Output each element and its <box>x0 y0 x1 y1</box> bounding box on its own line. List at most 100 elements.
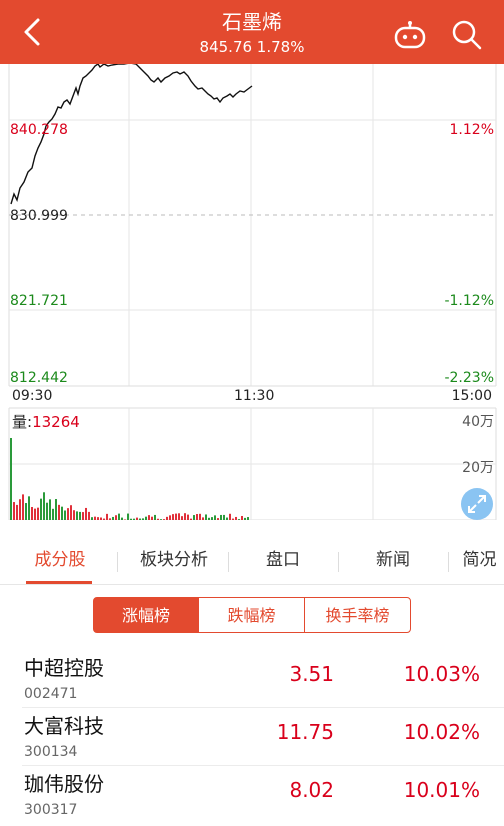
volume-bar <box>172 514 174 520</box>
segment-losers[interactable]: 跌幅榜 <box>198 597 305 633</box>
volume-bar <box>136 517 138 520</box>
volume-bar <box>31 507 33 520</box>
volume-bar <box>193 515 195 520</box>
volume-bar <box>55 499 57 520</box>
tab-divider <box>338 552 339 572</box>
pct-label: -1.12% <box>444 293 494 309</box>
volume-bar <box>106 513 108 520</box>
volume-bar <box>139 518 141 520</box>
tab-order-book[interactable]: 盘口 <box>243 540 323 584</box>
volume-bar <box>220 514 222 520</box>
row-divider <box>22 765 504 766</box>
volume-bar <box>91 517 93 520</box>
volume-bar <box>130 518 132 520</box>
volume-bar <box>169 515 171 520</box>
stock-change: 10.02% <box>403 720 480 744</box>
volume-bar <box>124 519 126 520</box>
volume-bar <box>190 518 192 520</box>
volume-bar <box>94 516 96 520</box>
volume-bar <box>28 496 30 520</box>
top-bar: 石墨烯 845.76 1.78% <box>0 0 504 64</box>
volume-bar <box>148 515 150 520</box>
volume-bar <box>82 512 84 520</box>
volume-bar <box>88 511 90 520</box>
volume-bar <box>166 516 168 520</box>
volume-bar <box>34 508 36 520</box>
volume-bar <box>184 513 186 520</box>
list-item[interactable]: 珈伟股份 300317 8.02 10.01% <box>0 768 504 826</box>
volume-bar <box>205 514 207 520</box>
volume-bar <box>232 518 234 520</box>
tab-news[interactable]: 新闻 <box>353 540 433 584</box>
volume-bar <box>223 514 225 520</box>
volume-bar <box>37 507 39 520</box>
pct-label: 1.12% <box>449 122 494 138</box>
expand-icon[interactable] <box>461 488 493 520</box>
row-divider <box>22 707 504 708</box>
volume-bar <box>238 519 240 520</box>
chart-svg <box>8 64 497 520</box>
segment-turnover[interactable]: 换手率榜 <box>304 597 411 633</box>
volume-bar <box>79 511 81 520</box>
stock-name: 大富科技 <box>24 714 104 738</box>
volume-bar <box>100 517 102 520</box>
volume-bar <box>22 494 24 520</box>
volume-bar <box>49 499 51 520</box>
volume-axis-label: 40万 <box>462 414 494 430</box>
volume-bar <box>52 508 54 520</box>
volume-bar <box>196 514 198 520</box>
volume-bar <box>64 510 66 520</box>
volume-caption: 量:13264 <box>12 411 80 432</box>
tab-constituents[interactable]: 成分股 <box>20 540 100 584</box>
segment-gainers[interactable]: 涨幅榜 <box>93 597 199 633</box>
stock-price: 3.51 <box>289 662 334 686</box>
tab-sector-analysis[interactable]: 板块分析 <box>126 540 222 584</box>
volume-bar <box>25 503 27 520</box>
list-item[interactable]: 中超控股 002471 3.51 10.03% <box>0 652 504 710</box>
volume-bar <box>127 513 129 520</box>
robot-icon[interactable] <box>393 20 427 50</box>
volume-bar <box>187 514 189 520</box>
pct-label: -2.23% <box>444 370 494 386</box>
volume-bar <box>241 515 243 520</box>
volume-bar <box>70 505 72 520</box>
stock-code: 300134 <box>24 744 78 760</box>
volume-bar <box>121 517 123 520</box>
volume-bar <box>73 510 75 520</box>
volume-bar <box>244 517 246 520</box>
volume-bar <box>142 518 144 520</box>
tab-overview[interactable]: 简况 <box>455 540 504 584</box>
volume-bar <box>163 519 165 520</box>
volume-bar <box>112 516 114 520</box>
volume-bar <box>103 518 105 520</box>
volume-bar <box>229 513 231 520</box>
volume-bar <box>115 515 117 520</box>
volume-bar <box>154 514 156 520</box>
volume-bar <box>175 513 177 520</box>
volume-bar <box>16 504 18 520</box>
volume-bar <box>181 516 183 520</box>
volume-bar <box>118 513 120 520</box>
volume-bar <box>214 515 216 520</box>
volume-bar <box>13 502 15 520</box>
list-item[interactable]: 大富科技 300134 11.75 10.02% <box>0 710 504 768</box>
volume-bar <box>145 516 147 520</box>
search-icon[interactable] <box>450 18 484 52</box>
volume-bar <box>40 498 42 520</box>
volume-bar <box>217 518 219 520</box>
stock-change: 10.01% <box>403 778 480 802</box>
volume-bar <box>199 513 201 520</box>
intraday-chart[interactable]: 840.278 830.999 821.721 812.442 1.12% -1… <box>0 64 504 520</box>
volume-bar <box>133 518 135 520</box>
active-tab-indicator <box>26 581 92 584</box>
section-tabs: 成分股 板块分析 盘口 新闻 简况 <box>0 540 504 585</box>
page-title: 石墨烯 <box>222 10 282 34</box>
volume-axis-label: 20万 <box>462 460 494 476</box>
price-label: 821.721 <box>10 293 68 309</box>
volume-bar <box>226 517 228 520</box>
volume-value: 13264 <box>32 413 80 431</box>
volume-bar <box>247 517 249 520</box>
volume-caption-text: 量: <box>12 413 33 431</box>
price-label: 830.999 <box>10 208 68 224</box>
stock-name: 中超控股 <box>24 656 104 680</box>
